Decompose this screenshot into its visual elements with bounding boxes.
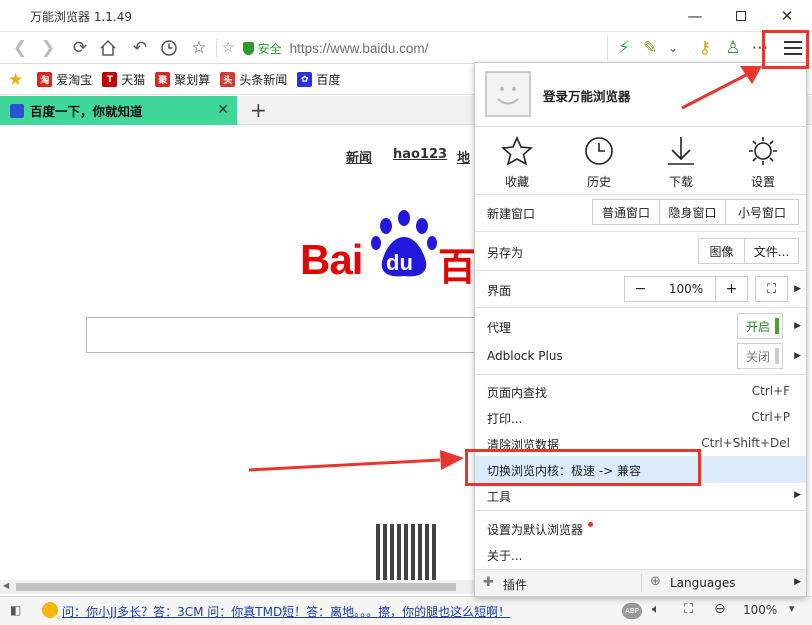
annotation-arrow-top [681, 66, 762, 110]
annotation-arrow-bottom [248, 450, 464, 472]
annotation-arrows [248, 66, 762, 472]
